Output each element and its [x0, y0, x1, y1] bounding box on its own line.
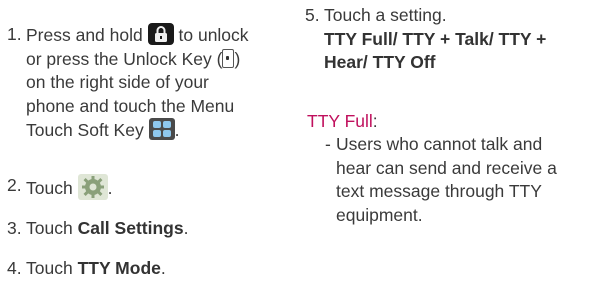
menu-option-tty-mode: TTY Mode — [77, 258, 161, 278]
description-line: text message through TTY — [336, 181, 542, 202]
tty-options-line-1: TTY Full/ TTY + Talk/ TTY + — [324, 28, 547, 49]
step-number: 1. — [7, 24, 22, 44]
section-heading: TTY Full — [307, 111, 373, 131]
step-text: ) — [234, 48, 241, 69]
step-text: or press the Unlock Key ( — [26, 48, 223, 69]
step-text: Touch — [26, 178, 73, 198]
step-text: Touch a setting. — [324, 5, 447, 25]
step-text: on the right side of your — [26, 72, 209, 93]
step-2: 2. Touch . — [7, 174, 112, 201]
step-text: . — [107, 178, 113, 198]
step-text: phone and touch the Menu — [26, 95, 235, 116]
heading-colon: : — [372, 111, 378, 131]
menu-option-call-settings: Call Settings — [77, 218, 184, 238]
lock-icon — [147, 23, 174, 45]
step-1: 1. Press and hold to unlock or press the… — [7, 23, 249, 143]
tty-full-heading: TTY Full: — [307, 110, 378, 134]
step-3: 3. Touch Call Settings. — [7, 217, 188, 241]
settings-gear-icon — [77, 174, 108, 200]
description-line: hear can send and receive a — [336, 157, 557, 178]
step-text: Touch — [26, 218, 73, 238]
tty-options-line-2: Hear/ TTY Off — [324, 52, 436, 73]
step-text: Touch — [26, 258, 73, 278]
step-number: 5. — [305, 5, 320, 25]
step-number: 2. — [7, 175, 22, 195]
step-text: . — [183, 218, 189, 238]
menu-grid-icon — [148, 118, 175, 141]
step-text: Press and hold — [26, 25, 143, 45]
step-4: 4. Touch TTY Mode. — [7, 257, 166, 281]
bullet-dash: - — [325, 134, 331, 154]
step-5: 5. Touch a setting. TTY Full/ TTY + Talk… — [305, 4, 546, 75]
description-line: Users who cannot talk and — [336, 134, 543, 154]
step-number: 4. — [7, 258, 22, 278]
side-key-icon — [222, 48, 235, 68]
step-text: . — [160, 258, 166, 278]
step-text: . — [174, 120, 180, 141]
step-text: Touch Soft Key — [26, 120, 144, 141]
description-line: equipment. — [336, 204, 423, 225]
step-number: 3. — [7, 218, 22, 238]
step-text: to unlock — [178, 25, 249, 45]
tty-full-description: - Users who cannot talk and hear can sen… — [305, 133, 557, 227]
